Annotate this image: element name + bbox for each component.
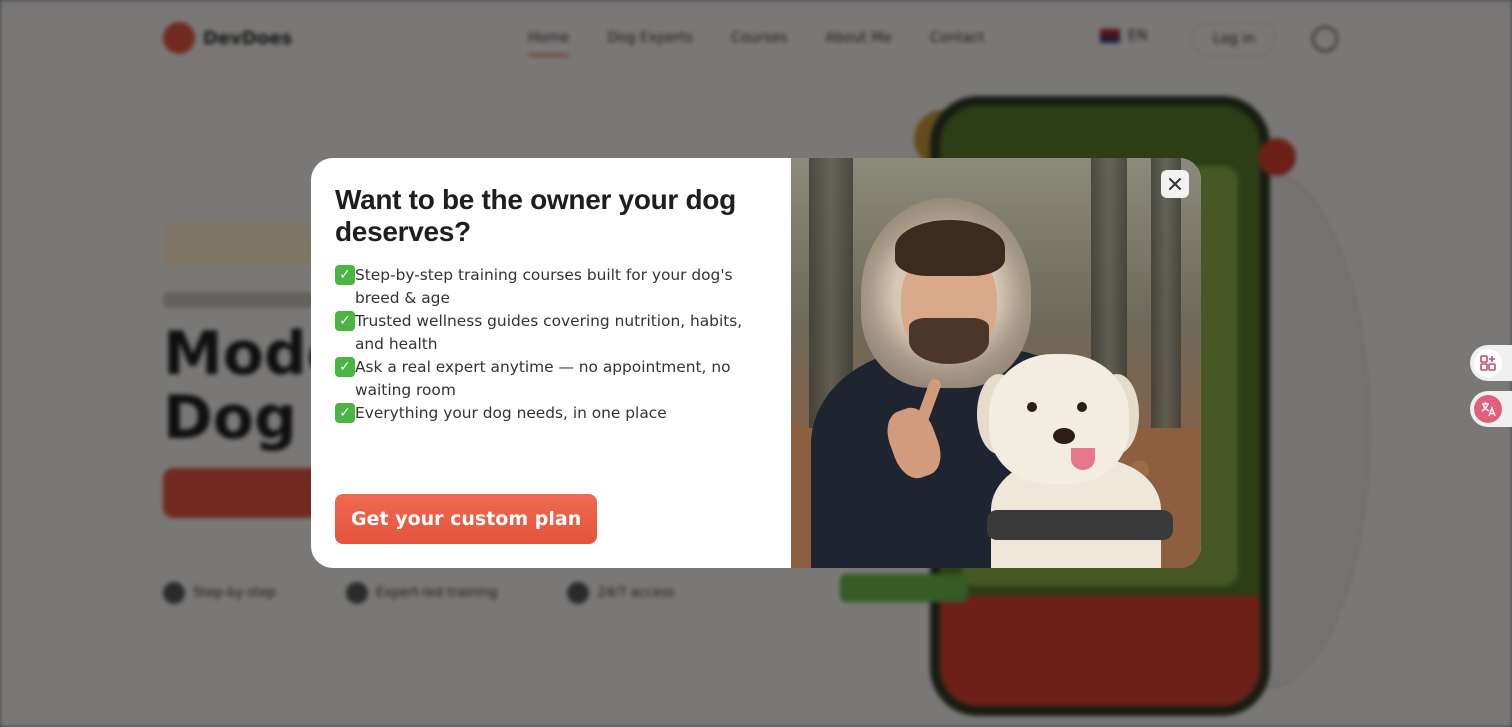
- check-mark-icon: ✓: [335, 265, 355, 285]
- benefit-item: ✓ Ask a real expert anytime — no appoint…: [335, 356, 767, 402]
- check-mark-icon: ✓: [335, 403, 355, 423]
- benefits-list: ✓ Step-by-step training courses built fo…: [335, 264, 767, 425]
- get-custom-plan-button[interactable]: Get your custom plan: [335, 494, 598, 544]
- close-icon: [1169, 178, 1181, 190]
- translate-icon: [1474, 395, 1502, 423]
- benefit-text: Ask a real expert anytime — no appointme…: [355, 358, 731, 399]
- photo-man-beard: [909, 318, 989, 364]
- photo-man-hair: [895, 220, 1005, 276]
- photo-dog-eye: [1077, 402, 1087, 412]
- photo-dog-nose: [1053, 428, 1075, 444]
- photo-tree: [1151, 158, 1181, 458]
- apps-sparkle-icon: [1474, 349, 1502, 377]
- benefit-item: ✓ Trusted wellness guides covering nutri…: [335, 310, 767, 356]
- photo-dog-head: [989, 354, 1129, 484]
- close-modal-button[interactable]: [1161, 170, 1189, 198]
- benefit-item: ✓ Step-by-step training courses built fo…: [335, 264, 767, 310]
- benefit-item: ✓ Everything your dog needs, in one plac…: [335, 402, 767, 425]
- check-mark-icon: ✓: [335, 357, 355, 377]
- modal-photo: [791, 158, 1201, 568]
- photo-dog-harness: [987, 510, 1173, 540]
- photo-dog-tongue: [1071, 448, 1095, 470]
- side-apps-widget[interactable]: [1470, 345, 1512, 381]
- benefit-text: Everything your dog needs, in one place: [355, 404, 667, 422]
- promo-modal: Want to be the owner your dog deserves? …: [311, 158, 1201, 568]
- modal-title: Want to be the owner your dog deserves?: [335, 184, 736, 247]
- benefit-text: Step-by-step training courses built for …: [355, 266, 733, 307]
- benefit-text: Trusted wellness guides covering nutriti…: [355, 312, 743, 353]
- side-translate-widget[interactable]: [1470, 391, 1512, 427]
- modal-content: Want to be the owner your dog deserves? …: [311, 158, 791, 568]
- photo-dog-eye: [1027, 402, 1037, 412]
- check-mark-icon: ✓: [335, 311, 355, 331]
